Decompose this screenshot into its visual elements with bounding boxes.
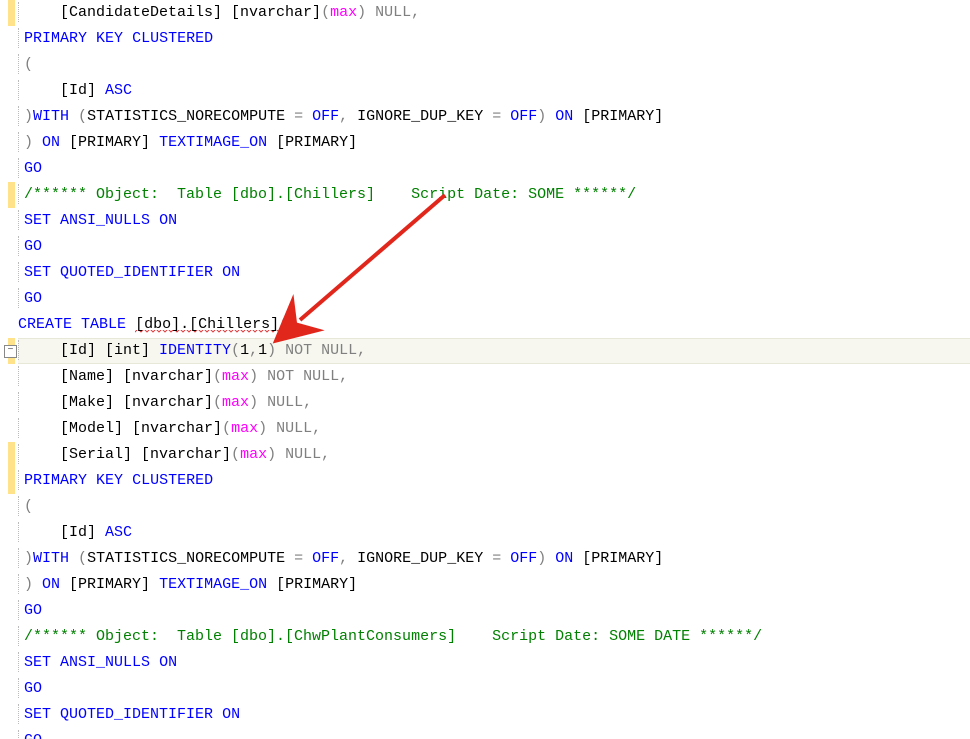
code-line[interactable]: [Make] [nvarchar](max) NULL, <box>18 390 970 416</box>
code-line[interactable]: GO <box>18 234 970 260</box>
code-line[interactable]: GO <box>18 598 970 624</box>
error-squiggle: [dbo].[Chillers] <box>135 316 279 333</box>
code-line[interactable]: GO <box>18 728 970 739</box>
code-line[interactable]: ( <box>18 52 970 78</box>
code-line[interactable]: [Id] ASC <box>18 520 970 546</box>
code-line[interactable]: [CandidateDetails] [nvarchar](max) NULL, <box>18 0 970 26</box>
change-marker-icon <box>8 182 15 208</box>
code-line[interactable]: CREATE TABLE [dbo].[Chillers]( <box>18 312 970 338</box>
code-line[interactable]: )WITH (STATISTICS_NORECOMPUTE = OFF, IGN… <box>18 546 970 572</box>
code-line[interactable]: GO <box>18 286 970 312</box>
change-marker-icon <box>8 442 15 468</box>
change-marker-icon <box>8 468 15 494</box>
code-line[interactable]: SET QUOTED_IDENTIFIER ON <box>18 260 970 286</box>
code-line[interactable]: [Serial] [nvarchar](max) NULL, <box>18 442 970 468</box>
code-line[interactable]: ( <box>18 494 970 520</box>
code-line[interactable]: SET ANSI_NULLS ON <box>18 208 970 234</box>
code-line[interactable]: PRIMARY KEY CLUSTERED <box>18 26 970 52</box>
code-line[interactable]: ) ON [PRIMARY] TEXTIMAGE_ON [PRIMARY] <box>18 572 970 598</box>
code-line[interactable]: SET ANSI_NULLS ON <box>18 650 970 676</box>
code-line[interactable]: SET QUOTED_IDENTIFIER ON <box>18 702 970 728</box>
code-line[interactable]: /****** Object: Table [dbo].[Chillers] S… <box>18 182 970 208</box>
code-area[interactable]: [CandidateDetails] [nvarchar](max) NULL,… <box>18 0 970 739</box>
code-line[interactable]: GO <box>18 156 970 182</box>
code-line[interactable]: GO <box>18 676 970 702</box>
collapse-region-toggle[interactable]: − <box>4 345 17 358</box>
code-line[interactable]: /****** Object: Table [dbo].[ChwPlantCon… <box>18 624 970 650</box>
code-line[interactable]: ) ON [PRIMARY] TEXTIMAGE_ON [PRIMARY] <box>18 130 970 156</box>
sql-editor[interactable]: [CandidateDetails] [nvarchar](max) NULL,… <box>0 0 970 739</box>
code-line[interactable]: PRIMARY KEY CLUSTERED <box>18 468 970 494</box>
code-line[interactable]: )WITH (STATISTICS_NORECOMPUTE = OFF, IGN… <box>18 104 970 130</box>
code-line[interactable]: [Model] [nvarchar](max) NULL, <box>18 416 970 442</box>
editor-gutter <box>0 0 18 739</box>
code-line[interactable]: [Id] ASC <box>18 78 970 104</box>
code-line[interactable]: [Id] [int] IDENTITY(1,1) NOT NULL, <box>18 338 970 364</box>
change-marker-icon <box>8 0 15 26</box>
code-line[interactable]: [Name] [nvarchar](max) NOT NULL, <box>18 364 970 390</box>
